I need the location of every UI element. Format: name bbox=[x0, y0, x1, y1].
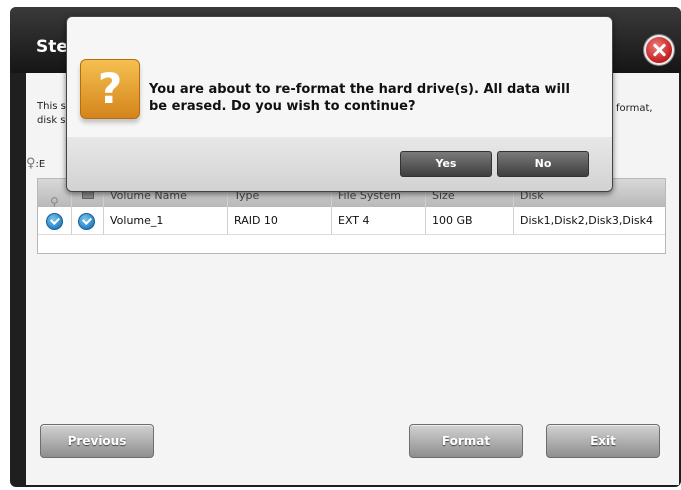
cell-volume-name: Volume_1 bbox=[104, 207, 228, 235]
cell-size: 100 GB bbox=[426, 207, 514, 235]
check-icon[interactable] bbox=[78, 213, 95, 230]
row-key-cell bbox=[38, 207, 72, 235]
format-button[interactable]: Format bbox=[409, 424, 523, 458]
dialog-footer: Yes No bbox=[67, 137, 612, 191]
dialog-message: You are about to re-format the hard driv… bbox=[149, 82, 570, 114]
previous-button[interactable]: Previous bbox=[40, 424, 154, 458]
key-legend-label: :E bbox=[35, 159, 46, 170]
wizard-title: Ste bbox=[36, 37, 68, 57]
cell-disk: Disk1,Disk2,Disk3,Disk4 bbox=[520, 214, 653, 227]
cell-file-system: EXT 4 bbox=[332, 207, 426, 235]
row-select-cell bbox=[72, 207, 104, 235]
description-text-line-2: disk s bbox=[37, 115, 66, 126]
key-icon: ♀ bbox=[26, 156, 36, 171]
key-icon: ⚲ bbox=[50, 195, 59, 207]
table-row[interactable]: Volume_1 RAID 10 EXT 4 100 GB Disk1,Disk… bbox=[38, 207, 665, 235]
no-button[interactable]: No bbox=[497, 151, 589, 177]
description-text-right: format, bbox=[616, 103, 653, 114]
exit-button[interactable]: Exit bbox=[546, 424, 660, 458]
yes-button[interactable]: Yes bbox=[400, 151, 492, 177]
cell-type: RAID 10 bbox=[228, 207, 332, 235]
key-legend: ♀:E bbox=[26, 152, 45, 171]
confirm-dialog: ? You are about to re-format the hard dr… bbox=[66, 16, 613, 192]
check-icon[interactable] bbox=[46, 213, 63, 230]
description-text-line-1: This s bbox=[37, 101, 66, 112]
question-icon: ? bbox=[80, 59, 140, 119]
close-icon[interactable] bbox=[644, 35, 674, 65]
